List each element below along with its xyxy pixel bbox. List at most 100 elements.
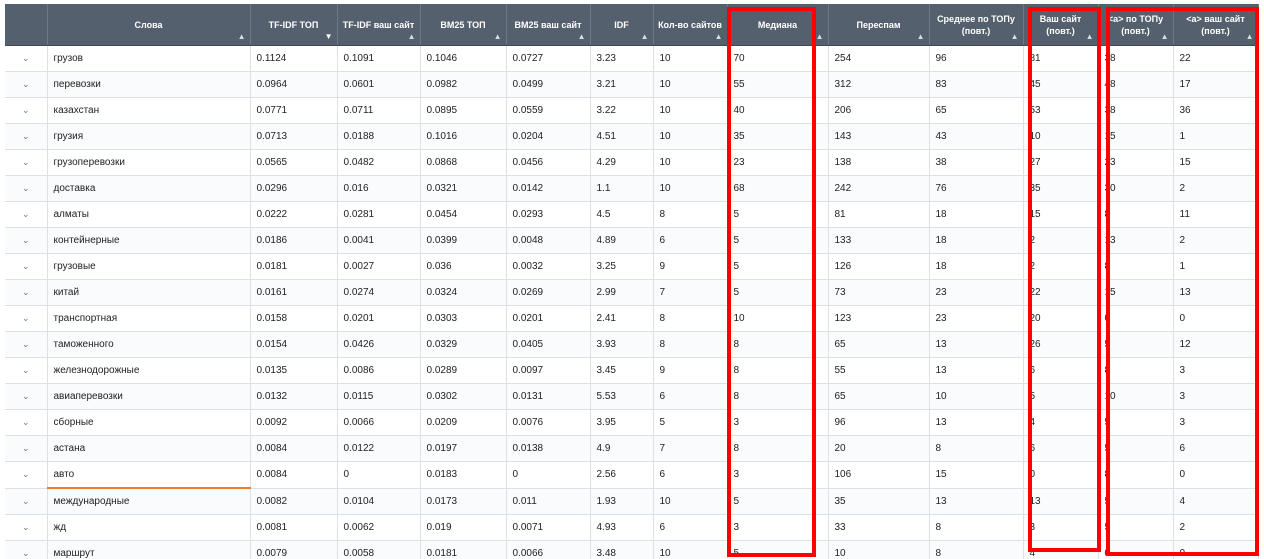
cell-median: 8	[727, 331, 829, 358]
header-tfidf-top[interactable]: TF-IDF ТОП ▼	[250, 4, 338, 46]
cell-avg-top: 18	[929, 201, 1024, 228]
header-sites-count[interactable]: Кол-во сайтов ▲	[653, 4, 728, 46]
sort-asc-icon[interactable]: ▲	[1086, 33, 1094, 41]
expand-row-icon[interactable]: ⌄	[5, 175, 48, 202]
expand-row-icon[interactable]: ⌄	[5, 253, 48, 280]
expand-row-icon[interactable]: ⌄	[5, 409, 48, 436]
sort-asc-icon[interactable]: ▲	[1246, 33, 1254, 41]
sort-asc-icon[interactable]: ▲	[816, 33, 824, 41]
cell-tfidf-site: 0.0115	[337, 383, 421, 410]
sort-desc-icon[interactable]: ▼	[325, 33, 333, 41]
sort-asc-icon[interactable]: ▲	[408, 33, 416, 41]
header-label: Слова	[134, 19, 163, 30]
expand-row-icon[interactable]: ⌄	[5, 149, 48, 176]
header-your-site[interactable]: Ваш сайт (повт.) ▲	[1023, 4, 1099, 46]
table-row[interactable]: ⌄ маршрут 0.0079 0.0058 0.0181 0.0066 3.48 10 5 1…	[5, 540, 1259, 559]
sort-asc-icon[interactable]: ▲	[494, 33, 502, 41]
cell-avg-top: 13	[929, 488, 1024, 515]
table-row[interactable]: ⌄ алматы 0.0222 0.0281 0.0454 0.0293 4.5 8 5 81 18…	[5, 201, 1259, 228]
cell-tfidf-site: 0.0188	[337, 123, 421, 150]
cell-bm25-top: 0.0454	[420, 201, 507, 228]
table-row[interactable]: ⌄ перевозки 0.0964 0.0601 0.0982 0.0499 3.21 10…	[5, 71, 1259, 98]
expand-row-icon[interactable]: ⌄	[5, 305, 48, 332]
header-idf[interactable]: IDF ▲	[590, 4, 654, 46]
expand-row-icon[interactable]: ⌄	[5, 514, 48, 541]
table-row[interactable]: ⌄ грузов 0.1124 0.1091 0.1046 0.0727 3.23 10 70 2…	[5, 45, 1259, 72]
table-row[interactable]: ⌄ железнодорожные 0.0135 0.0086 0.0289 0.0097…	[5, 357, 1259, 384]
cell-sites-count: 8	[653, 305, 728, 332]
sort-asc-icon[interactable]: ▲	[578, 33, 586, 41]
cell-tfidf-site: 0.0086	[337, 357, 421, 384]
table-row[interactable]: ⌄ авиаперевозки 0.0132 0.0115 0.0302 0.0131 5.…	[5, 383, 1259, 410]
header-median[interactable]: Медиана ▲	[727, 4, 829, 46]
header-anchor-top[interactable]: <a> по ТОПу (повт.) ▲	[1098, 4, 1174, 46]
table-row[interactable]: ⌄ жд 0.0081 0.0062 0.019 0.0071 4.93 6 3 33 8 3 5 2	[5, 514, 1259, 541]
cell-overspam: 10	[828, 540, 930, 559]
sort-asc-icon[interactable]: ▲	[641, 33, 649, 41]
cell-anchor-site: 13	[1173, 279, 1259, 306]
cell-overspam: 55	[828, 357, 930, 384]
sort-asc-icon[interactable]: ▲	[1011, 33, 1019, 41]
header-bm25-site[interactable]: BM25 ваш сайт ▲	[506, 4, 591, 46]
table-row[interactable]: ⌄ контейнерные 0.0186 0.0041 0.0399 0.0048 4.8…	[5, 227, 1259, 254]
table-row[interactable]: ⌄ сборные 0.0092 0.0066 0.0209 0.0076 3.95 5 3 96…	[5, 409, 1259, 436]
table-row[interactable]: ⌄ доставка 0.0296 0.016 0.0321 0.0142 1.1 10 68 2…	[5, 175, 1259, 202]
sort-asc-icon[interactable]: ▲	[1161, 33, 1169, 41]
expand-row-icon[interactable]: ⌄	[5, 201, 48, 228]
expand-row-icon[interactable]: ⌄	[5, 461, 48, 489]
cell-your-site: 6	[1023, 357, 1099, 384]
expand-row-icon[interactable]: ⌄	[5, 357, 48, 384]
expand-row-icon[interactable]: ⌄	[5, 279, 48, 306]
cell-your-site: 35	[1023, 175, 1099, 202]
cell-tfidf-top: 0.0084	[250, 435, 338, 462]
cell-anchor-top: 0	[1098, 540, 1174, 559]
expand-row-icon[interactable]: ⌄	[5, 383, 48, 410]
table-row[interactable]: ⌄ казахстан 0.0771 0.0711 0.0895 0.0559 3.22 10…	[5, 97, 1259, 124]
table-row[interactable]: ⌄ авто 0.0084 0 0.0183 0 2.56 6 3 106 15 0 8 0	[5, 461, 1259, 489]
expand-row-icon[interactable]: ⌄	[5, 71, 48, 98]
cell-anchor-site: 36	[1173, 97, 1259, 124]
header-words[interactable]: Слова ▲	[47, 4, 251, 46]
cell-anchor-site: 17	[1173, 71, 1259, 98]
expand-row-icon[interactable]: ⌄	[5, 540, 48, 559]
expand-row-icon[interactable]: ⌄	[5, 227, 48, 254]
header-label: TF-IDF ваш сайт	[342, 19, 415, 30]
header-overspam[interactable]: Переспам ▲	[828, 4, 930, 46]
expand-row-icon[interactable]: ⌄	[5, 45, 48, 72]
cell-bm25-top: 0.0321	[420, 175, 507, 202]
header-label: Переспам	[856, 19, 901, 30]
table-row[interactable]: ⌄ грузовые 0.0181 0.0027 0.036 0.0032 3.25 9 5 12…	[5, 253, 1259, 280]
sort-asc-icon[interactable]: ▲	[715, 33, 723, 41]
header-anchor-site[interactable]: <a> ваш сайт (повт.) ▲	[1173, 4, 1259, 46]
cell-overspam: 65	[828, 331, 930, 358]
cell-tfidf-top: 0.1124	[250, 45, 338, 72]
table-row[interactable]: ⌄ грузоперевозки 0.0565 0.0482 0.0868 0.0456 4…	[5, 149, 1259, 176]
header-bm25-top[interactable]: BM25 ТОП ▲	[420, 4, 507, 46]
cell-avg-top: 15	[929, 461, 1024, 489]
cell-your-site: 0	[1023, 461, 1099, 489]
cell-bm25-top: 0.0183	[420, 461, 507, 489]
header-avg-top[interactable]: Среднее по ТОПу (повт.) ▲	[929, 4, 1024, 46]
cell-overspam: 81	[828, 201, 930, 228]
table-row[interactable]: ⌄ международные 0.0082 0.0104 0.0173 0.011 1.9…	[5, 488, 1259, 515]
table-row[interactable]: ⌄ китай 0.0161 0.0274 0.0324 0.0269 2.99 7 5 73 23…	[5, 279, 1259, 306]
cell-avg-top: 96	[929, 45, 1024, 72]
cell-overspam: 133	[828, 227, 930, 254]
expand-row-icon[interactable]: ⌄	[5, 123, 48, 150]
expand-row-icon[interactable]: ⌄	[5, 488, 48, 515]
expand-row-icon[interactable]: ⌄	[5, 331, 48, 358]
sort-asc-icon[interactable]: ▲	[917, 33, 925, 41]
sort-asc-icon[interactable]: ▲	[238, 33, 246, 41]
cell-your-site: 3	[1023, 514, 1099, 541]
cell-anchor-site: 2	[1173, 514, 1259, 541]
table-row[interactable]: ⌄ астана 0.0084 0.0122 0.0197 0.0138 4.9 7 8 20 8 6…	[5, 435, 1259, 462]
cell-tfidf-site: 0.0058	[337, 540, 421, 559]
cell-tfidf-top: 0.0296	[250, 175, 338, 202]
table-row[interactable]: ⌄ таможенного 0.0154 0.0426 0.0329 0.0405 3.93…	[5, 331, 1259, 358]
table-row[interactable]: ⌄ грузия 0.0713 0.0188 0.1016 0.0204 4.51 10 35 1…	[5, 123, 1259, 150]
table-row[interactable]: ⌄ транспортная 0.0158 0.0201 0.0303 0.0201 2.4…	[5, 305, 1259, 332]
expand-row-icon[interactable]: ⌄	[5, 435, 48, 462]
expand-row-icon[interactable]: ⌄	[5, 97, 48, 124]
header-tfidf-site[interactable]: TF-IDF ваш сайт ▲	[337, 4, 421, 46]
cell-sites-count: 9	[653, 357, 728, 384]
